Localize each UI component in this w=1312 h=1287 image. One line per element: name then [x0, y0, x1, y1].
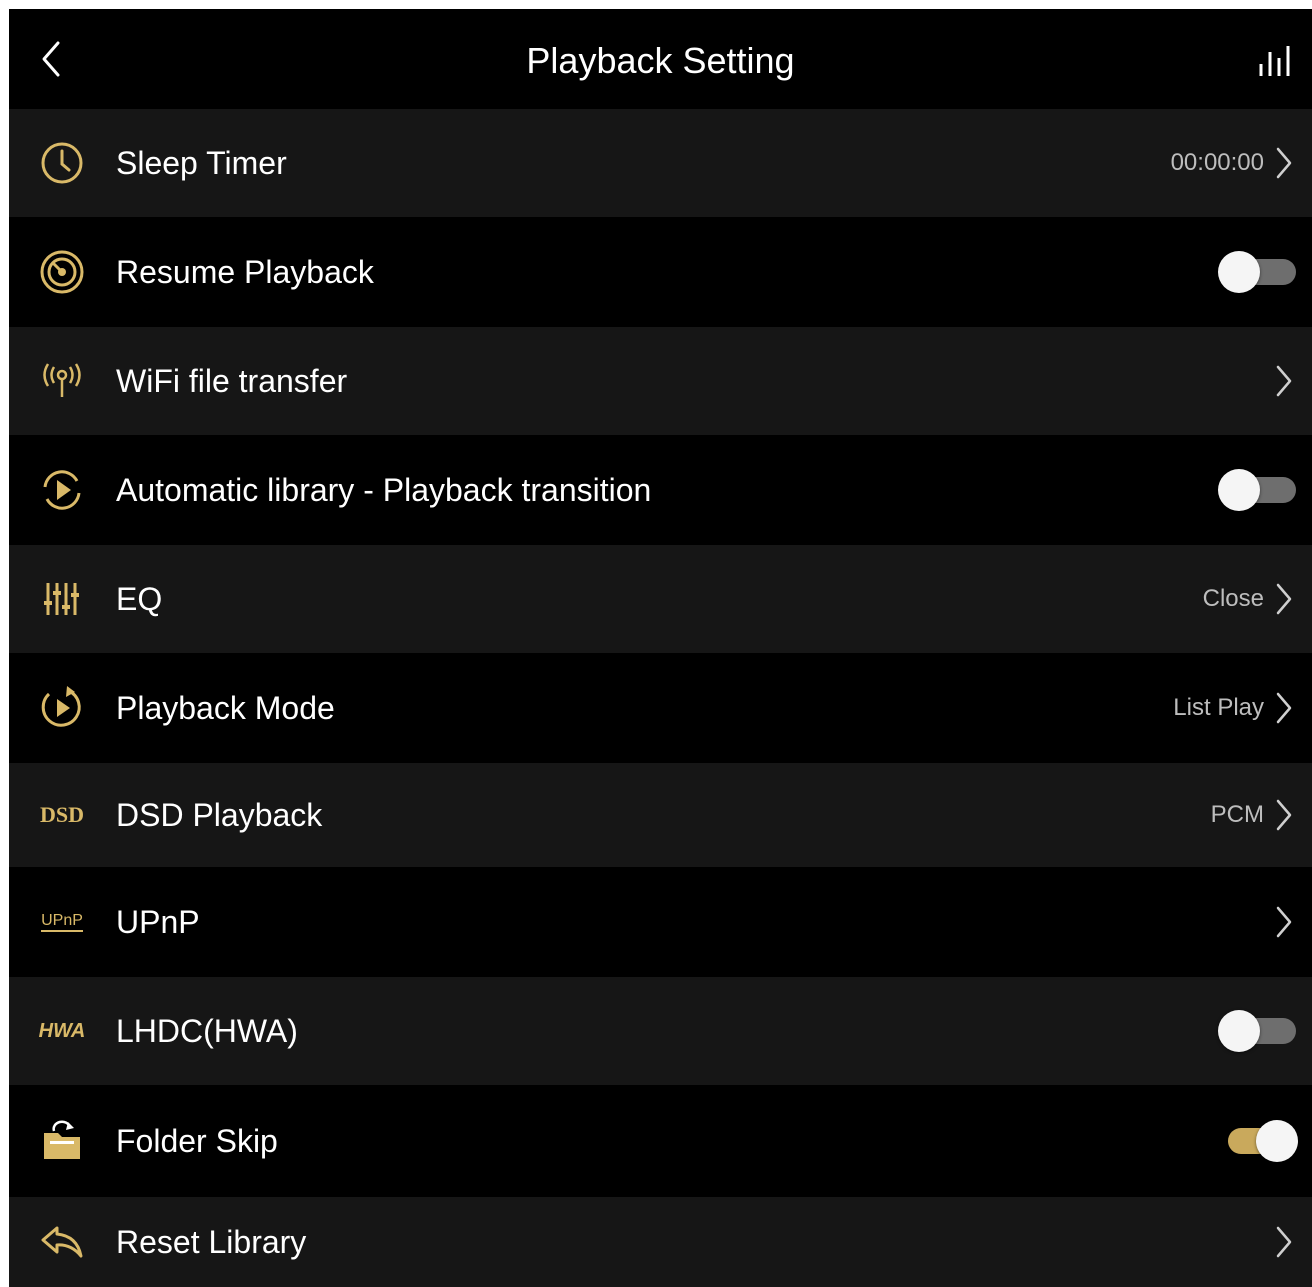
- playback-mode-label: Playback Mode: [116, 689, 335, 726]
- dsd-playback-row[interactable]: DSD DSD Playback PCM: [9, 763, 1312, 867]
- reset-arrow-icon: [35, 1215, 89, 1269]
- toggle-knob: [1218, 251, 1260, 293]
- playback-mode-icon: [35, 681, 89, 735]
- toggle-knob: [1256, 1120, 1298, 1162]
- wifi-file-transfer-row[interactable]: WiFi file transfer: [9, 327, 1312, 435]
- chevron-right-icon: [1272, 1222, 1296, 1262]
- upnp-label: UPnP: [116, 903, 200, 940]
- play-transition-icon: [35, 463, 89, 517]
- toggle-knob: [1218, 1010, 1260, 1052]
- equalizer-bars-icon: [1259, 46, 1290, 76]
- eq-row[interactable]: EQ Close: [9, 545, 1312, 653]
- eq-sliders-icon: [35, 572, 89, 626]
- folder-skip-toggle[interactable]: [1218, 1120, 1298, 1162]
- eq-label: EQ: [116, 580, 163, 617]
- chevron-right-icon: [1272, 902, 1296, 942]
- dsd-playback-label: DSD Playback: [116, 796, 323, 833]
- playback-mode-row[interactable]: Playback Mode List Play: [9, 653, 1312, 763]
- dsd-icon: DSD: [35, 788, 89, 842]
- eq-value: Close: [1202, 585, 1264, 612]
- resume-playback-toggle[interactable]: [1218, 251, 1298, 293]
- wifi-antenna-icon: [35, 354, 89, 408]
- chevron-right-icon: [1272, 579, 1296, 619]
- clock-icon: [35, 136, 89, 190]
- lhdc-hwa-row[interactable]: HWA LHDC(HWA): [9, 977, 1312, 1085]
- lhdc-hwa-toggle[interactable]: [1218, 1010, 1298, 1052]
- chevron-left-icon: [42, 41, 60, 77]
- page-title: Playback Setting: [526, 40, 795, 81]
- folder-skip-label: Folder Skip: [116, 1122, 278, 1159]
- sleep-timer-label: Sleep Timer: [116, 144, 287, 181]
- chevron-right-icon: [1272, 361, 1296, 401]
- upnp-icon-text: UPnP: [41, 912, 83, 932]
- chevron-right-icon: [1272, 143, 1296, 183]
- folder-skip-row[interactable]: Folder Skip: [9, 1085, 1312, 1197]
- back-button[interactable]: [31, 37, 71, 81]
- lhdc-hwa-label: LHDC(HWA): [116, 1012, 298, 1049]
- folder-skip-icon: [35, 1114, 89, 1168]
- hwa-icon-text: HWA: [38, 1019, 86, 1042]
- chevron-right-icon: [1272, 795, 1296, 835]
- top-bar: Playback Setting: [9, 9, 1312, 109]
- dsd-playback-value: PCM: [1210, 801, 1264, 828]
- sleep-timer-value: 00:00:00: [1170, 149, 1264, 176]
- equalizer-button[interactable]: [1254, 41, 1298, 81]
- toggle-knob: [1218, 469, 1260, 511]
- chevron-right-icon: [1272, 688, 1296, 728]
- upnp-icon: UPnP: [35, 895, 89, 949]
- auto-library-transition-toggle[interactable]: [1218, 469, 1298, 511]
- reset-library-row[interactable]: Reset Library: [9, 1197, 1312, 1287]
- resume-playback-label: Resume Playback: [116, 253, 374, 290]
- auto-library-transition-label: Automatic library - Playback transition: [116, 471, 652, 508]
- auto-library-transition-row[interactable]: Automatic library - Playback transition: [9, 435, 1312, 545]
- resume-disc-icon: [35, 245, 89, 299]
- wifi-file-transfer-label: WiFi file transfer: [116, 362, 348, 399]
- playback-mode-value: List Play: [1173, 694, 1264, 721]
- sleep-timer-row[interactable]: Sleep Timer 00:00:00: [9, 109, 1312, 217]
- resume-playback-row[interactable]: Resume Playback: [9, 217, 1312, 327]
- hwa-icon: HWA: [35, 1004, 89, 1058]
- reset-library-label: Reset Library: [116, 1223, 307, 1260]
- upnp-row[interactable]: UPnP UPnP: [9, 867, 1312, 977]
- playback-setting-screen: Playback Setting Sleep Timer 00:00:00 Re…: [9, 9, 1312, 1287]
- dsd-icon-text: DSD: [39, 802, 84, 827]
